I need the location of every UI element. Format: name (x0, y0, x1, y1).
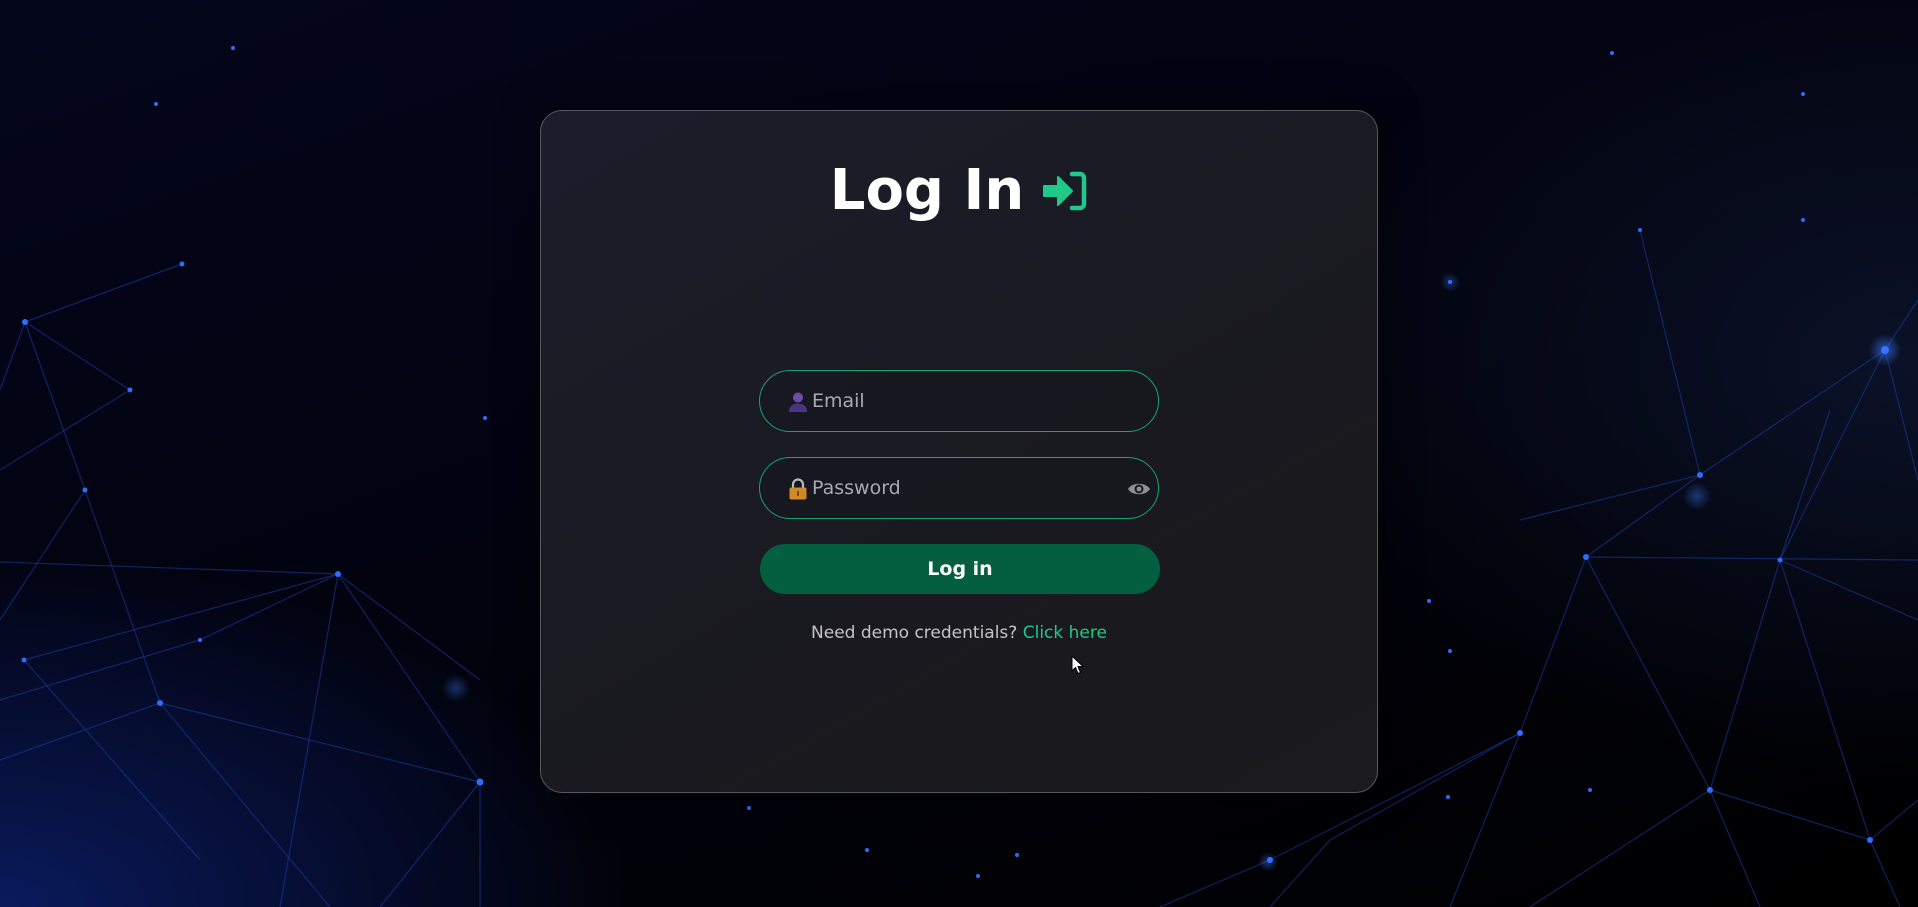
password-field[interactable] (759, 457, 1159, 519)
page-title: Log In (829, 158, 1025, 223)
mouse-cursor-icon (1071, 655, 1085, 675)
login-card: Log In Email Log in Need demo credential… (540, 110, 1378, 793)
email-field[interactable] (759, 370, 1159, 432)
password-input[interactable] (812, 458, 1102, 518)
sign-in-icon (1040, 169, 1088, 213)
title-row: Log In (541, 163, 1377, 219)
user-icon (788, 391, 808, 413)
demo-prompt-text: Need demo credentials? (811, 623, 1018, 643)
demo-credentials-row: Need demo credentials? Click here (541, 623, 1377, 643)
eye-icon[interactable] (1126, 477, 1152, 501)
lock-icon (788, 478, 808, 500)
demo-credentials-link[interactable]: Click here (1023, 623, 1107, 643)
email-input[interactable] (812, 371, 1102, 431)
login-button[interactable]: Log in (760, 544, 1160, 594)
